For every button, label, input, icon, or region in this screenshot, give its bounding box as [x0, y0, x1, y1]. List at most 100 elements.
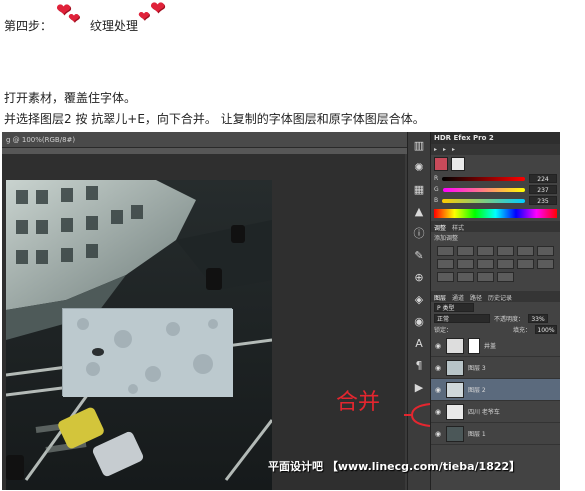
- instruction-text-2: 并选择图层2 按 抗翠儿+E，向下合并。 让复制的字体图层和原字体图层合体。: [4, 112, 425, 126]
- plugin-title: HDR Efex Pro 2: [431, 132, 560, 144]
- layer-row[interactable]: ◉ 井盖: [431, 335, 560, 357]
- layer-row-selected[interactable]: ◉ 图层 2: [431, 379, 560, 401]
- channels-icon[interactable]: ◉: [411, 314, 427, 330]
- balance-icon[interactable]: [437, 259, 454, 269]
- layer-row[interactable]: ◉ 图层 1: [431, 423, 560, 445]
- layer-filter-row: P 类型: [431, 302, 560, 313]
- adjustments-tabs: 调整 样式: [431, 221, 560, 232]
- exposure-icon[interactable]: [497, 246, 514, 256]
- vibrance-icon[interactable]: [517, 246, 534, 256]
- hearts-icon: ❤ ❤: [56, 0, 80, 27]
- blend-mode-select[interactable]: 正常: [434, 314, 490, 323]
- actions-icon[interactable]: ▶: [411, 380, 427, 396]
- layer-thumbnail: [446, 359, 464, 376]
- bw-icon[interactable]: [457, 259, 474, 269]
- lock-label: 锁定：: [434, 327, 453, 334]
- lookup-icon[interactable]: [517, 259, 534, 269]
- layer-thumbnail: [446, 425, 464, 442]
- merge-annotation: 合并: [336, 390, 381, 415]
- r-value[interactable]: 224: [529, 174, 557, 183]
- gradient-map-icon[interactable]: [477, 272, 494, 282]
- curves-icon[interactable]: [477, 246, 494, 256]
- posterize-icon[interactable]: [437, 272, 454, 282]
- eye-icon[interactable]: ◉: [434, 364, 442, 372]
- step-heading: 第四步： ❤ ❤ 纹理处理 ❤ ❤: [4, 0, 170, 36]
- background-color-swatch[interactable]: [451, 157, 465, 171]
- layer-thumbnail: [446, 381, 464, 398]
- plugin-tabs: ▸ ▸ ▸: [431, 144, 560, 155]
- adjust-icon[interactable]: ✺: [411, 160, 427, 176]
- layer-row[interactable]: ◉ 四川 老爷车: [431, 401, 560, 423]
- tab-layers[interactable]: 图层: [434, 293, 446, 302]
- bracket-annotation: [404, 403, 431, 427]
- tab-adjustments[interactable]: 调整: [434, 223, 446, 232]
- layer-thumbnail: [446, 403, 464, 420]
- eye-icon[interactable]: ◉: [434, 430, 442, 438]
- selective-color-icon[interactable]: [497, 272, 514, 282]
- photoshop-screenshot: g @ 100%(RGB/8#) ▥ ✺ ▦ ▲ ⓘ ✎ ⊕ ◈ ◉ A ¶ ▶…: [2, 132, 560, 490]
- swatch-icon[interactable]: ▦: [411, 182, 427, 198]
- color-icon[interactable]: ▥: [411, 138, 427, 154]
- character-icon[interactable]: A: [411, 336, 427, 352]
- fill-input[interactable]: 100%: [535, 325, 557, 334]
- histogram-icon[interactable]: ▲: [411, 204, 427, 220]
- eye-icon[interactable]: ◉: [434, 342, 442, 350]
- blend-row: 正常 不透明度： 33%: [431, 313, 560, 324]
- layer-name: 图层 2: [468, 387, 486, 394]
- info-icon[interactable]: ⓘ: [411, 226, 427, 242]
- layers-list: ◉ 井盖 ◉ 图层 3 ◉ 图层 2 ◉ 四川 老爷车 ◉ 图层 1: [431, 335, 560, 445]
- color-row-r: R 224: [431, 173, 560, 184]
- tab-styles[interactable]: 样式: [452, 223, 464, 232]
- g-value[interactable]: 237: [529, 185, 557, 194]
- hearts-icon: ❤ ❤: [138, 0, 166, 25]
- layer-name: 井盖: [484, 343, 497, 350]
- texture-overlay[interactable]: [62, 308, 233, 397]
- clone-icon[interactable]: ⊕: [411, 270, 427, 286]
- layer-kind-select[interactable]: P 类型: [434, 303, 474, 312]
- adjustment-icons: [431, 243, 560, 285]
- tab-history[interactable]: 历史记录: [488, 293, 512, 302]
- layer-row[interactable]: ◉ 图层 3: [431, 357, 560, 379]
- color-spectrum[interactable]: [434, 209, 557, 218]
- lock-row: 锁定： 填充： 100%: [431, 324, 560, 335]
- b-slider[interactable]: [442, 198, 525, 203]
- opacity-input[interactable]: 33%: [528, 314, 549, 323]
- color-swatches: [431, 155, 560, 173]
- threshold-icon[interactable]: [457, 272, 474, 282]
- paragraph-icon[interactable]: ¶: [411, 358, 427, 374]
- layer-name: 图层 3: [468, 365, 486, 372]
- levels-icon[interactable]: [457, 246, 474, 256]
- layer-name: 图层 1: [468, 431, 486, 438]
- b-value[interactable]: 235: [529, 196, 557, 205]
- g-slider[interactable]: [442, 187, 525, 192]
- tab-paths[interactable]: 路径: [470, 293, 482, 302]
- opacity-label: 不透明度：: [494, 316, 525, 323]
- right-panels: HDR Efex Pro 2 ▸ ▸ ▸ R 224 G 237 B 235 调整 …: [431, 132, 560, 490]
- photo-filter-icon[interactable]: [477, 259, 494, 269]
- instruction-text-1: 打开素材，覆盖住字体。: [4, 91, 137, 105]
- invert-icon[interactable]: [537, 259, 554, 269]
- document-tab[interactable]: g @ 100%(RGB/8#): [2, 132, 407, 148]
- foreground-color-swatch[interactable]: [434, 157, 448, 171]
- step-title: 纹理处理: [90, 19, 139, 33]
- layers-tabs: 图层 通道 路径 历史记录: [431, 291, 560, 302]
- tab-channels[interactable]: 通道: [452, 293, 464, 302]
- brush-icon[interactable]: ✎: [411, 248, 427, 264]
- eye-icon[interactable]: ◉: [434, 408, 442, 416]
- hue-icon[interactable]: [537, 246, 554, 256]
- layer-thumbnail: [446, 337, 464, 354]
- fill-label: 填充：: [512, 327, 531, 334]
- tool-strip: ▥ ✺ ▦ ▲ ⓘ ✎ ⊕ ◈ ◉ A ¶ ▶: [407, 132, 431, 490]
- layer-name: 四川 老爷车: [468, 409, 500, 416]
- mixer-icon[interactable]: [497, 259, 514, 269]
- color-row-g: G 237: [431, 184, 560, 195]
- eye-icon[interactable]: ◉: [434, 386, 442, 394]
- r-slider[interactable]: [442, 176, 525, 181]
- layer-mask-thumbnail: [468, 337, 480, 354]
- step-label: 第四步：: [4, 19, 53, 33]
- layers-icon[interactable]: ◈: [411, 292, 427, 308]
- brightness-icon[interactable]: [437, 246, 454, 256]
- watermark: 平面设计吧 【www.linecg.com/tieba/1822】: [268, 460, 521, 473]
- color-row-b: B 235: [431, 195, 560, 206]
- adjustments-heading: 添加调整: [434, 235, 459, 242]
